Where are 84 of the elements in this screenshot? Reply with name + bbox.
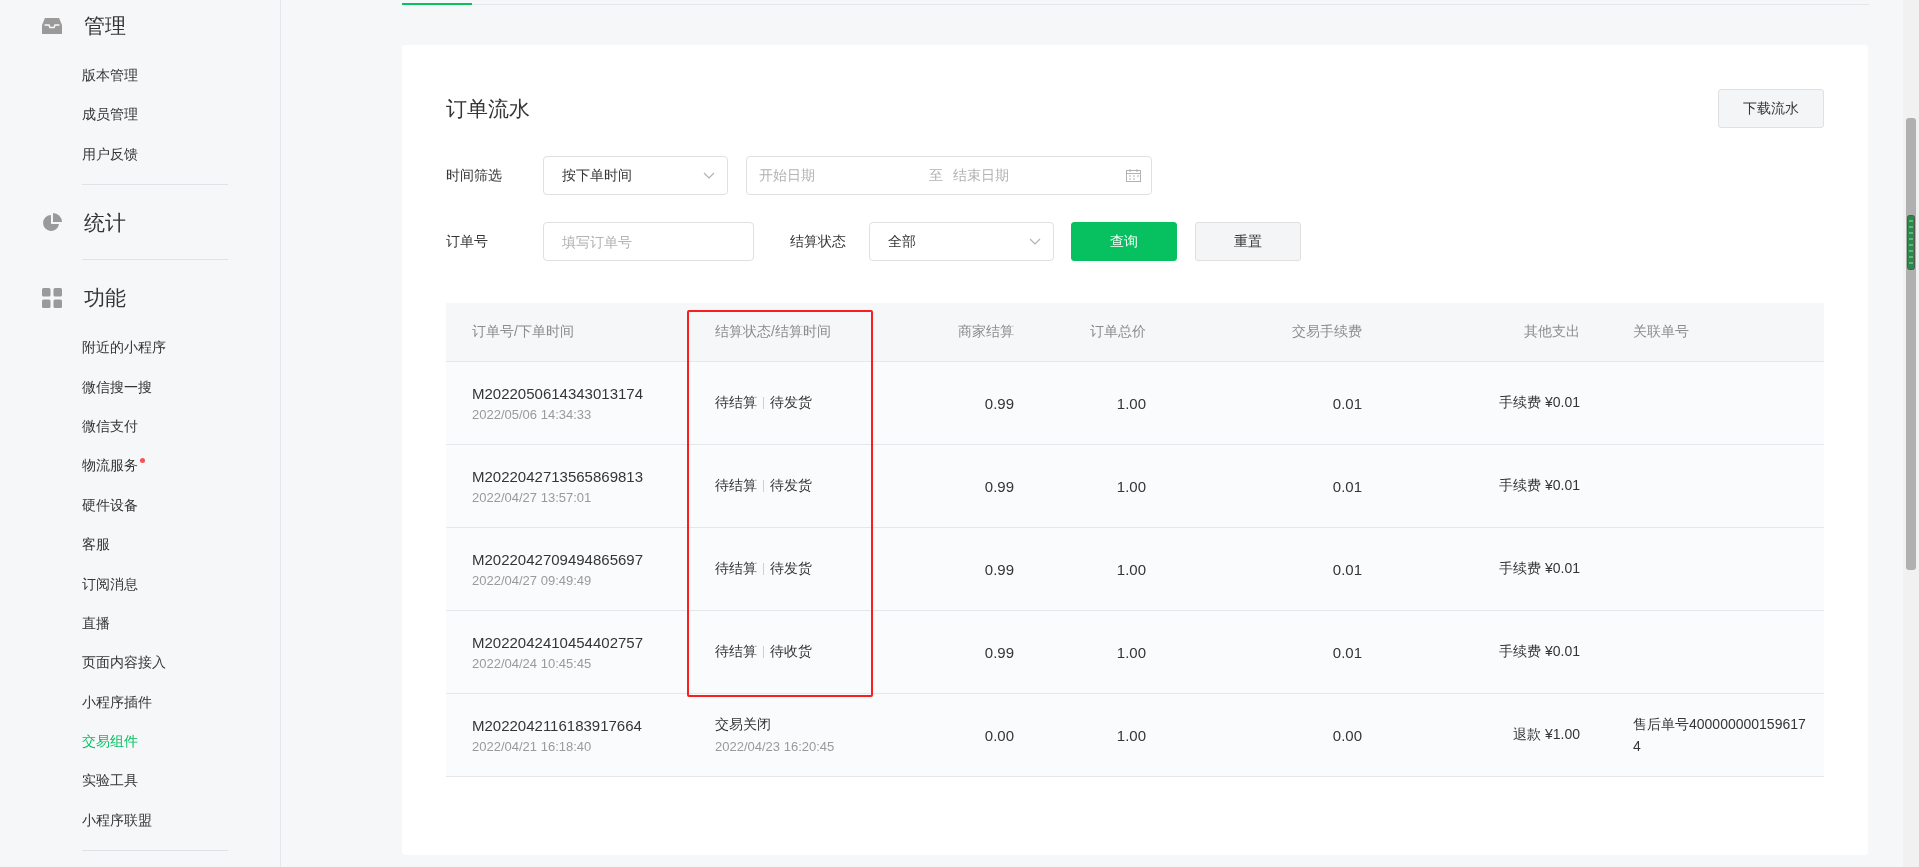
column-header: 结算状态/结算时间 — [715, 323, 831, 341]
sidebar-item[interactable]: 直播 — [82, 603, 110, 644]
order-number: M2022042410454402757 — [472, 633, 644, 651]
sidebar-item[interactable]: 实验工具 — [82, 761, 138, 801]
download-button[interactable]: 下载流水 — [1718, 89, 1824, 128]
column-header: 订单号/下单时间 — [472, 323, 574, 341]
table-cell: 1.00 — [1116, 726, 1146, 744]
caret-icon — [1029, 238, 1041, 245]
table-cell: 1.00 — [1116, 477, 1146, 495]
table-cell: 手续费 ¥0.01 — [1499, 394, 1580, 412]
status-select[interactable]: 全部 — [869, 222, 1054, 261]
settlement-time: 2022/04/23 16:20:45 — [715, 739, 836, 754]
sidebar-item[interactable]: 成员管理 — [82, 95, 138, 135]
column-header: 其他支出 — [1524, 323, 1580, 341]
grid-icon — [42, 288, 62, 309]
shipping-status: 待发货 — [770, 560, 812, 578]
sidebar-section-title[interactable]: 管理 — [84, 12, 126, 40]
sidebar-item[interactable]: 微信搜一搜 — [82, 367, 152, 407]
sidebar-item[interactable]: 物流服务 — [82, 446, 145, 486]
table-cell: 0.99 — [984, 643, 1014, 661]
table-cell: 1.00 — [1116, 643, 1146, 661]
order-time: 2022/04/24 10:45:45 — [472, 655, 593, 671]
sidebar-item[interactable]: 订阅消息 — [82, 564, 138, 604]
active-tab-indicator — [402, 3, 472, 5]
table-cell: 0.99 — [984, 394, 1014, 412]
settlement-status: 待结算 — [715, 477, 757, 495]
sidebar-section-title[interactable]: 统计 — [84, 209, 126, 238]
sidebar-item[interactable]: 用户反馈 — [82, 134, 138, 175]
sidebar-item[interactable]: 小程序联盟 — [82, 800, 152, 841]
pie-chart-icon — [42, 213, 62, 234]
table-cell-text: 售后单号4000000001596174 — [1633, 715, 1807, 756]
table-cell: 手续费 ¥0.01 — [1499, 643, 1580, 661]
table-cell: 0.01 — [1332, 560, 1362, 578]
caret-icon — [703, 172, 715, 179]
filter-label: 时间筛选 — [446, 166, 503, 185]
order-time: 2022/04/27 13:57:01 — [472, 489, 593, 505]
order-time: 2022/05/06 14:34:33 — [472, 406, 593, 422]
filter-label: 订单号 — [446, 232, 489, 251]
order-number: M2022042709494865697 — [472, 550, 644, 568]
order-number-input[interactable]: 填写订单号 — [543, 222, 754, 261]
table-cell: 手续费 ¥0.01 — [1499, 477, 1580, 495]
order-time: 2022/04/27 09:49:49 — [472, 572, 593, 588]
order-number: M2022050614343013174 — [472, 384, 644, 402]
sidebar-item[interactable]: 版本管理 — [82, 56, 138, 96]
order-number: M2022042116183917664 — [472, 716, 643, 734]
calendar-icon — [1126, 169, 1141, 182]
sidebar-section-title[interactable]: 功能 — [84, 284, 126, 313]
table-cell: 0.99 — [984, 477, 1014, 495]
table-cell: 1.00 — [1116, 394, 1146, 412]
shipping-status: 待收货 — [770, 643, 812, 661]
sidebar-item[interactable]: 硬件设备 — [82, 485, 138, 526]
inbox-icon — [42, 17, 62, 35]
column-header: 商家结算 — [958, 323, 1014, 341]
column-header: 关联单号 — [1633, 323, 1689, 341]
scrollbar[interactable] — [1903, 0, 1919, 867]
settlement-status: 待结算 — [715, 643, 757, 661]
table-cell: 0.99 — [984, 560, 1014, 578]
reset-button[interactable]: 重置 — [1195, 222, 1301, 261]
settlement-status: 待结算 — [715, 560, 757, 578]
scroll-grip-icon — [1907, 215, 1915, 270]
sidebar-item[interactable]: 客服 — [82, 525, 110, 565]
shipping-status: 待发货 — [770, 394, 812, 412]
time-type-select[interactable]: 按下单时间 — [543, 156, 728, 195]
table-cell: 退款 ¥1.00 — [1513, 726, 1580, 744]
table-cell: 0.00 — [984, 726, 1014, 744]
sidebar-item[interactable]: 微信支付 — [82, 406, 138, 447]
settlement-status: 待结算 — [715, 394, 757, 412]
table-cell: 0.01 — [1332, 394, 1362, 412]
order-number: M2022042713565869813 — [472, 467, 644, 485]
shipping-status: 待发货 — [770, 477, 812, 495]
sidebar-item[interactable]: 附近的小程序 — [82, 328, 166, 368]
page-title: 订单流水 — [446, 95, 530, 122]
sidebar-item[interactable]: 小程序插件 — [82, 682, 152, 723]
table-cell: 0.01 — [1332, 477, 1362, 495]
settlement-status: 交易关闭 — [715, 716, 772, 734]
table-cell: 0.00 — [1332, 726, 1362, 744]
table-cell: 手续费 ¥0.01 — [1499, 560, 1580, 578]
filter-label: 结算状态 — [790, 232, 847, 251]
table-cell: 0.01 — [1332, 643, 1362, 661]
table-cell: 1.00 — [1116, 560, 1146, 578]
sidebar-item[interactable]: 页面内容接入 — [82, 643, 166, 683]
order-time: 2022/04/21 16:18:40 — [472, 738, 593, 754]
column-header: 订单总价 — [1090, 323, 1146, 341]
column-header: 交易手续费 — [1292, 323, 1362, 341]
